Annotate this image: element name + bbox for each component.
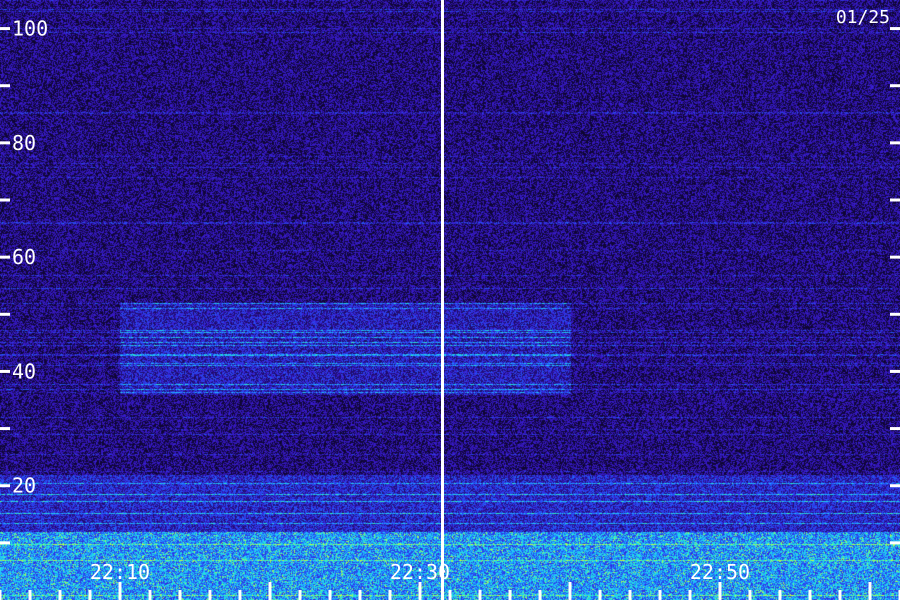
y-tick-label: 100	[12, 17, 48, 41]
x-tick-label: 22:10	[90, 560, 150, 584]
y-tick-label: 20	[12, 474, 36, 498]
chart-overlay: 20 40 60 80 100 22:10 22:30 22:50 01/25	[0, 0, 900, 600]
x-axis-ticks: 22:10 22:30 22:50	[0, 560, 900, 600]
y-tick-label: 40	[12, 359, 36, 383]
date-label: 01/25	[836, 7, 890, 28]
y-tick-label: 80	[12, 131, 36, 155]
x-tick-label: 22:50	[690, 560, 750, 584]
y-axis-ticks: 20 40 60 80 100	[0, 17, 900, 545]
spectrogram-panel: 20 40 60 80 100 22:10 22:30 22:50 01/25	[0, 0, 900, 600]
y-tick-label: 60	[12, 245, 36, 269]
